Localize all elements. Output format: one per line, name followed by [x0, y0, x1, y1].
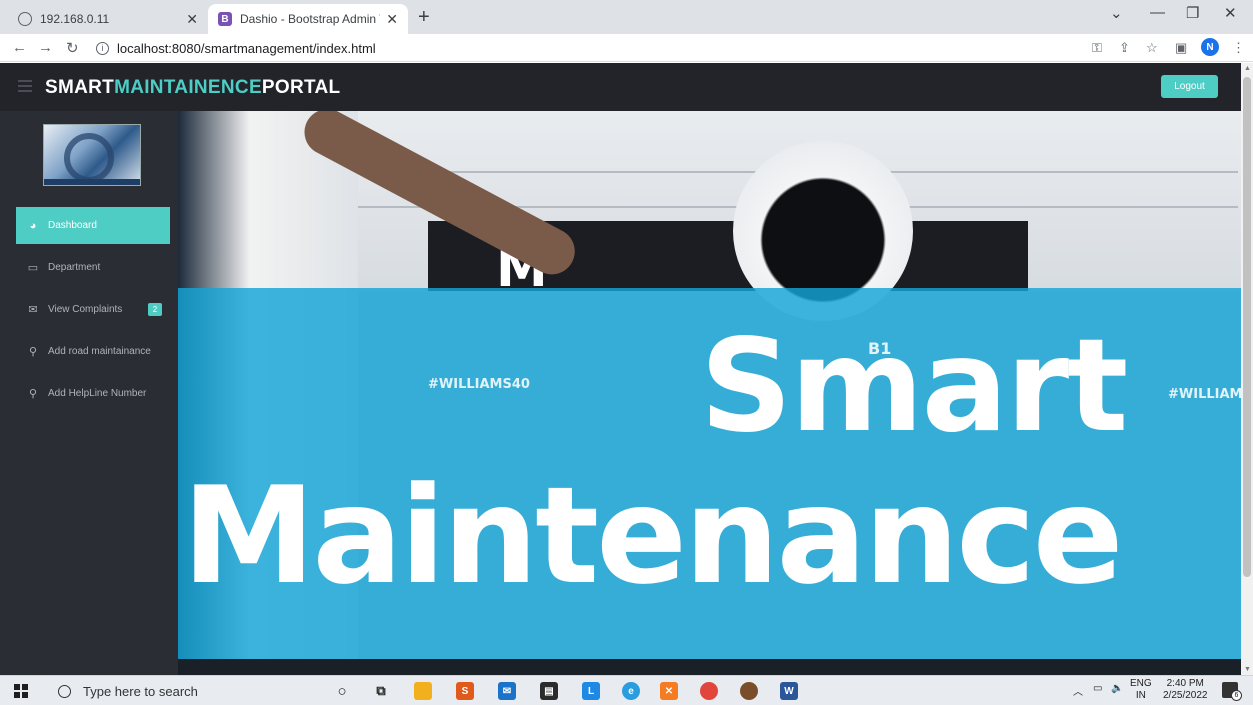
app-header: SMARTMAINTAINENCEPORTAL Logout — [0, 63, 1253, 111]
windows-taskbar: Type here to search ○ ⧉ S ✉ ▤ L e ✕ W ︿ … — [0, 675, 1253, 705]
chevron-up-icon[interactable]: ︿ — [1073, 683, 1083, 698]
brand-part-maintainence: MAINTAINENCE — [114, 77, 262, 98]
scroll-up-icon[interactable]: ▲ — [1244, 65, 1251, 72]
store-icon[interactable]: ▤ — [540, 682, 558, 700]
sidebar-item-label: Dashboard — [48, 220, 97, 231]
complaints-count-badge: 2 — [148, 303, 162, 316]
address-bar[interactable]: i localhost:8080/smartmanagement/index.h… — [96, 37, 1076, 59]
search-placeholder: Type here to search — [83, 683, 198, 699]
notification-center-icon[interactable]: 6 — [1222, 682, 1242, 701]
more-menu-icon[interactable]: ⋮ — [1232, 40, 1245, 56]
brand-part-portal: PORTAL — [261, 77, 341, 98]
page-scrollbar[interactable]: ▲ ▼ — [1241, 63, 1253, 675]
hero-title-maintenance: Maintenance — [182, 458, 1124, 614]
sidebar-item-label: Add HelpLine Number — [48, 388, 147, 399]
edge-icon[interactable]: e — [622, 682, 640, 700]
sidebar: ◕ Dashboard ▭ Department ✉ View Complain… — [0, 111, 178, 675]
forward-icon[interactable]: → — [38, 39, 53, 56]
hero-banner-image: M #WILLIAMS40 #WILLIAMS4 B1 Smart Mainte… — [178, 111, 1241, 675]
map-marker-icon: ⚲ — [28, 346, 38, 358]
battery-icon[interactable]: ▭ — [1093, 683, 1102, 694]
xampp-icon[interactable]: ✕ — [660, 682, 678, 700]
browser-tab-strip: 192.168.0.11 ✕ B Dashio - Bootstrap Admi… — [0, 0, 1253, 34]
reload-icon[interactable]: ↻ — [66, 39, 79, 57]
profile-avatar[interactable]: N — [1201, 38, 1219, 56]
williams-tag: #WILLIAMS40 — [428, 377, 530, 392]
task-view-icon[interactable]: ⧉ — [372, 682, 390, 700]
scrollbar-thumb[interactable] — [1243, 77, 1251, 577]
word-icon[interactable]: W — [780, 682, 798, 700]
sublime-text-icon[interactable]: S — [456, 682, 474, 700]
brand-logo-text[interactable]: SMARTMAINTAINENCEPORTAL — [45, 77, 340, 99]
clock-date: 2/25/2022 — [1163, 690, 1208, 701]
globe-icon — [18, 12, 32, 26]
info-icon[interactable]: i — [96, 41, 109, 55]
app-l-icon[interactable]: L — [582, 682, 600, 700]
close-window-icon[interactable]: ✕ — [1224, 4, 1237, 22]
windows-start-icon[interactable] — [14, 684, 28, 698]
notification-count: 6 — [1231, 690, 1242, 701]
tab-ip-address[interactable]: 192.168.0.11 ✕ — [8, 4, 208, 34]
dashboard-icon: ◕ — [29, 219, 37, 232]
tab-title: Dashio - Bootstrap Admin Templ — [240, 12, 380, 26]
minimize-icon[interactable]: — — [1150, 4, 1165, 21]
search-icon — [58, 684, 71, 698]
language-bottom: IN — [1135, 690, 1146, 701]
star-icon[interactable]: ☆ — [1146, 40, 1158, 56]
clock[interactable]: 2:40 PM 2/25/2022 — [1163, 678, 1208, 702]
brand-part-smart: SMART — [45, 77, 115, 98]
language-indicator[interactable]: ENG IN — [1130, 678, 1152, 702]
key-icon[interactable]: ⚿ — [1092, 40, 1102, 56]
sidebar-item-label: Department — [48, 262, 101, 273]
cortana-icon[interactable]: ○ — [333, 682, 351, 700]
tab-dashio[interactable]: B Dashio - Bootstrap Admin Templ ✕ — [208, 4, 408, 34]
logout-button[interactable]: Logout — [1161, 75, 1218, 98]
browser-toolbar: ← → ↻ i localhost:8080/smartmanagement/i… — [0, 34, 1253, 62]
desktop-icon: ▭ — [27, 262, 39, 274]
new-tab-button[interactable]: + — [418, 6, 430, 29]
url-text: localhost:8080/smartmanagement/index.htm… — [117, 40, 376, 56]
sidebar-item-department[interactable]: ▭ Department — [16, 249, 170, 286]
clock-time: 2:40 PM — [1166, 678, 1204, 689]
bootstrap-icon: B — [218, 12, 232, 26]
sidebar-item-label: Add road maintainance — [48, 346, 151, 357]
language-top: ENG — [1130, 678, 1152, 689]
restore-icon[interactable]: ❐ — [1186, 4, 1199, 22]
sidebar-item-dashboard[interactable]: ◕ Dashboard — [16, 207, 170, 244]
file-explorer-icon[interactable] — [414, 682, 432, 700]
share-icon[interactable]: ⇪ — [1119, 40, 1130, 56]
tab-title: 192.168.0.11 — [40, 12, 110, 26]
sidebar-item-add-helpline-number[interactable]: ⚲ Add HelpLine Number — [16, 375, 170, 412]
hamburger-menu-icon[interactable] — [18, 80, 32, 92]
taskbar-search-input[interactable]: Type here to search — [44, 679, 302, 703]
hero-title-smart: Smart — [700, 312, 1128, 461]
app-badge-icon[interactable] — [740, 682, 758, 700]
sidebar-item-label: View Complaints — [48, 304, 123, 315]
sidebar-item-view-complaints[interactable]: ✉ View Complaints 2 — [16, 291, 170, 328]
close-tab-icon[interactable]: ✕ — [386, 11, 398, 28]
envelope-icon: ✉ — [28, 304, 38, 316]
sidebar-item-add-road-maintainance[interactable]: ⚲ Add road maintainance — [16, 333, 170, 370]
chrome-icon[interactable] — [700, 682, 718, 700]
chevron-down-icon[interactable]: ⌄ — [1110, 4, 1123, 22]
side-panel-icon[interactable]: ▣ — [1175, 40, 1187, 56]
scroll-down-icon[interactable]: ▼ — [1244, 666, 1251, 673]
mail-icon[interactable]: ✉ — [498, 682, 516, 700]
volume-icon[interactable]: 🔈 — [1111, 683, 1123, 694]
map-marker-icon: ⚲ — [28, 388, 38, 400]
close-tab-icon[interactable]: ✕ — [186, 11, 198, 28]
profile-logo-image — [43, 124, 141, 186]
williams-tag: #WILLIAMS4 — [1168, 387, 1241, 402]
back-icon[interactable]: ← — [12, 39, 27, 56]
